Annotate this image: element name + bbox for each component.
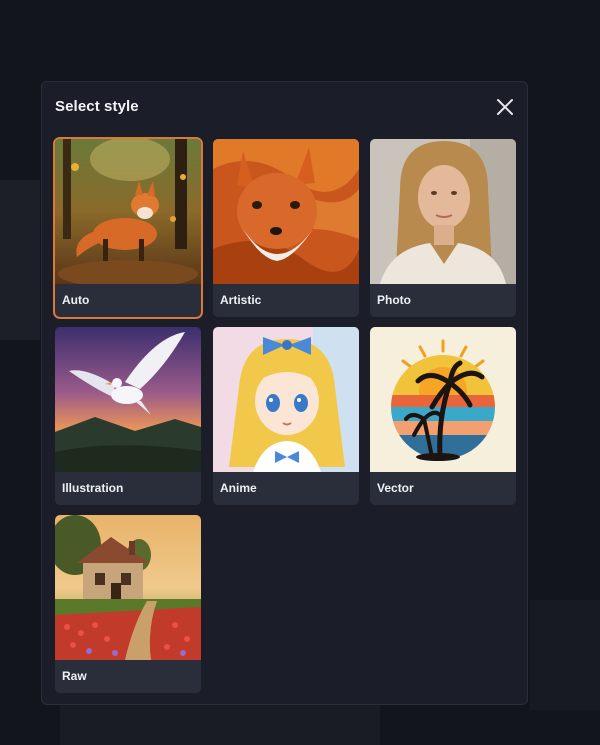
style-label-raw: Raw <box>62 669 87 683</box>
artistic-thumbnail <box>213 139 359 284</box>
style-card-illustration[interactable]: Illustration <box>55 327 201 505</box>
close-icon <box>497 99 513 115</box>
background-panel <box>530 600 600 710</box>
style-label-artistic: Artistic <box>220 293 262 307</box>
style-card-artistic[interactable]: Artistic <box>213 139 359 317</box>
style-card-raw[interactable]: Raw <box>55 515 201 693</box>
close-button[interactable] <box>494 96 516 118</box>
style-card-anime[interactable]: Anime <box>213 327 359 505</box>
style-label-photo: Photo <box>377 293 411 307</box>
style-card-auto[interactable]: Auto <box>53 137 203 319</box>
style-label-anime: Anime <box>220 481 257 495</box>
dialog-title: Select style <box>55 98 139 115</box>
photo-thumbnail <box>370 139 516 284</box>
background-panel <box>0 180 40 340</box>
style-label-vector: Vector <box>377 481 414 495</box>
style-label-auto: Auto <box>62 293 90 307</box>
style-card-vector[interactable]: Vector <box>370 327 516 505</box>
illustration-thumbnail <box>55 327 201 472</box>
background-panel <box>60 705 380 745</box>
vector-thumbnail <box>370 327 516 472</box>
raw-thumbnail <box>55 515 201 660</box>
auto-thumbnail <box>55 139 201 284</box>
select-style-dialog: Select style Auto Artistic Photo Illustr… <box>41 81 528 705</box>
style-card-photo[interactable]: Photo <box>370 139 516 317</box>
style-label-illustration: Illustration <box>62 481 124 495</box>
anime-thumbnail <box>213 327 359 472</box>
